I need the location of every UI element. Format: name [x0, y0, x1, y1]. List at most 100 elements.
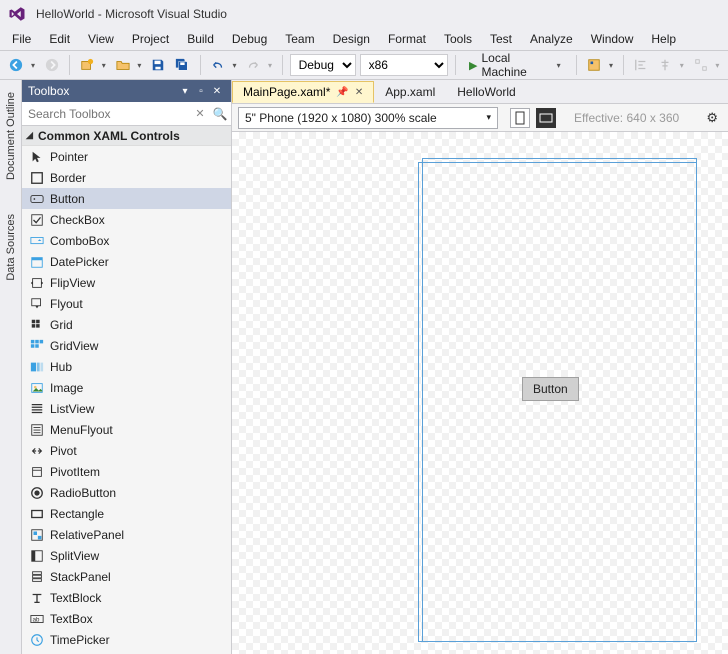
align-left-button[interactable] — [631, 54, 651, 76]
save-all-button[interactable] — [172, 54, 192, 76]
undo-button[interactable] — [208, 54, 228, 76]
toolbox-group-label: Common XAML Controls — [38, 129, 180, 143]
menu-format[interactable]: Format — [380, 30, 434, 48]
properties-dropdown[interactable]: ▾ — [606, 61, 615, 70]
menu-file[interactable]: File — [4, 30, 39, 48]
side-tab-data-sources[interactable]: Data Sources — [3, 206, 19, 289]
toolbox-item-checkbox[interactable]: CheckBox — [22, 209, 231, 230]
orientation-landscape-button[interactable] — [536, 108, 556, 128]
grid-icon — [30, 318, 44, 332]
redo-dropdown[interactable]: ▾ — [265, 61, 274, 70]
toolbox-item-label: GridView — [50, 339, 98, 353]
toolbox-item-label: PivotItem — [50, 465, 100, 479]
properties-button[interactable] — [584, 54, 604, 76]
pin-icon[interactable]: 📌 — [336, 87, 348, 98]
toolbox-item-hub[interactable]: Hub — [22, 356, 231, 377]
toolbox-item-label: TimePicker — [50, 633, 110, 647]
menu-window[interactable]: Window — [583, 30, 642, 48]
distribute-button[interactable] — [690, 54, 710, 76]
toolbox-item-border[interactable]: Border — [22, 167, 231, 188]
open-file-button[interactable] — [112, 54, 132, 76]
device-selector[interactable]: 5" Phone (1920 x 1080) 300% scale ▾ — [238, 107, 498, 129]
toolbox-item-combobox[interactable]: ComboBox — [22, 230, 231, 251]
toolbox-item-textbox[interactable]: abTextBox — [22, 608, 231, 629]
gridview-icon — [30, 339, 44, 353]
designer-toolbar: 5" Phone (1920 x 1080) 300% scale ▾ Effe… — [232, 104, 728, 132]
menu-design[interactable]: Design — [325, 30, 378, 48]
menu-debug[interactable]: Debug — [224, 30, 275, 48]
new-project-dropdown[interactable]: ▾ — [99, 61, 108, 70]
toolbox-search: ✕ 🔍 — [22, 102, 231, 126]
toolbox-item-label: MenuFlyout — [50, 423, 113, 437]
toolbox-item-timepicker[interactable]: TimePicker — [22, 629, 231, 650]
toolbox-item-textblock[interactable]: TextBlock — [22, 587, 231, 608]
panel-menu-icon[interactable]: ▾ — [177, 83, 193, 99]
side-tab-document-outline[interactable]: Document Outline — [3, 84, 19, 188]
tab-mainpage[interactable]: MainPage.xaml* 📌 ✕ — [232, 81, 374, 103]
toolbox-item-label: CheckBox — [50, 213, 105, 227]
close-icon[interactable]: ✕ — [209, 83, 225, 99]
tab-helloworld[interactable]: HelloWorld — [446, 81, 526, 103]
save-button[interactable] — [148, 54, 168, 76]
toolbox-item-button[interactable]: Button — [22, 188, 231, 209]
toolbox-item-rectangle[interactable]: Rectangle — [22, 503, 231, 524]
designer-canvas[interactable]: Button — [232, 132, 728, 654]
toolbox-item-pointer[interactable]: Pointer — [22, 146, 231, 167]
menu-analyze[interactable]: Analyze — [522, 30, 581, 48]
canvas-button-control[interactable]: Button — [522, 377, 579, 401]
toolbox-item-gridview[interactable]: GridView — [22, 335, 231, 356]
nav-back-button[interactable] — [6, 54, 26, 76]
config-selector[interactable]: Debug — [290, 54, 356, 76]
pin-icon[interactable]: ▫ — [193, 83, 209, 99]
separator — [282, 55, 283, 75]
toolbox-list: PointerBorderButton CheckBox ComboBoxDateP… — [22, 146, 231, 654]
settings-gear-icon[interactable]: ⚙ — [702, 110, 722, 126]
menu-team[interactable]: Team — [277, 30, 322, 48]
toolbox-item-pivotitem[interactable]: PivotItem — [22, 461, 231, 482]
clear-search-icon[interactable]: ✕ — [191, 107, 209, 120]
toolbox-item-label: Flyout — [50, 297, 83, 311]
toolbox-item-stackpanel[interactable]: StackPanel — [22, 566, 231, 587]
tab-appxaml[interactable]: App.xaml — [374, 81, 446, 103]
nav-back-dropdown[interactable]: ▾ — [28, 61, 37, 70]
toolbox-item-label: FlipView — [50, 276, 95, 290]
align-center-button[interactable] — [655, 54, 675, 76]
search-input[interactable] — [22, 103, 191, 125]
toolbox-item-flipview[interactable]: FlipView — [22, 272, 231, 293]
distribute-dropdown[interactable]: ▾ — [713, 61, 722, 70]
separator — [623, 55, 624, 75]
toolbox-item-image[interactable]: Image — [22, 377, 231, 398]
toolbox-item-radiobutton[interactable]: RadioButton — [22, 482, 231, 503]
combobox-icon — [30, 234, 44, 248]
toolbox-item-flyout[interactable]: Flyout — [22, 293, 231, 314]
menu-help[interactable]: Help — [643, 30, 684, 48]
new-project-button[interactable] — [77, 54, 97, 76]
menu-view[interactable]: View — [80, 30, 122, 48]
open-file-dropdown[interactable]: ▾ — [135, 61, 144, 70]
align-dropdown[interactable]: ▾ — [677, 61, 686, 70]
menu-build[interactable]: Build — [179, 30, 222, 48]
menu-project[interactable]: Project — [124, 30, 177, 48]
toolbox-group-header[interactable]: ◢ Common XAML Controls — [22, 126, 231, 146]
run-target-label: Local Machine — [481, 51, 552, 79]
toolbox-item-listview[interactable]: ListView — [22, 398, 231, 419]
start-debug-button[interactable]: ▶ Local Machine ▾ — [463, 54, 569, 76]
toolbox-item-menuflyout[interactable]: MenuFlyout — [22, 419, 231, 440]
menu-tools[interactable]: Tools — [436, 30, 480, 48]
border-icon — [30, 171, 44, 185]
toolbox-item-datepicker[interactable]: DatePicker — [22, 251, 231, 272]
menu-test[interactable]: Test — [482, 30, 520, 48]
toolbox-item-pivot[interactable]: Pivot — [22, 440, 231, 461]
toolbox-item-grid[interactable]: Grid — [22, 314, 231, 335]
menu-edit[interactable]: Edit — [41, 30, 78, 48]
search-icon[interactable]: 🔍 — [209, 107, 231, 121]
toolbox-item-relativepanel[interactable]: RelativePanel — [22, 524, 231, 545]
undo-dropdown[interactable]: ▾ — [230, 61, 239, 70]
close-icon[interactable]: ✕ — [355, 87, 363, 98]
redo-button[interactable] — [243, 54, 263, 76]
toolbox-item-splitview[interactable]: SplitView — [22, 545, 231, 566]
orientation-portrait-button[interactable] — [510, 108, 530, 128]
flyout-icon — [30, 297, 44, 311]
nav-forward-button[interactable] — [42, 54, 62, 76]
platform-selector[interactable]: x86 — [360, 54, 449, 76]
